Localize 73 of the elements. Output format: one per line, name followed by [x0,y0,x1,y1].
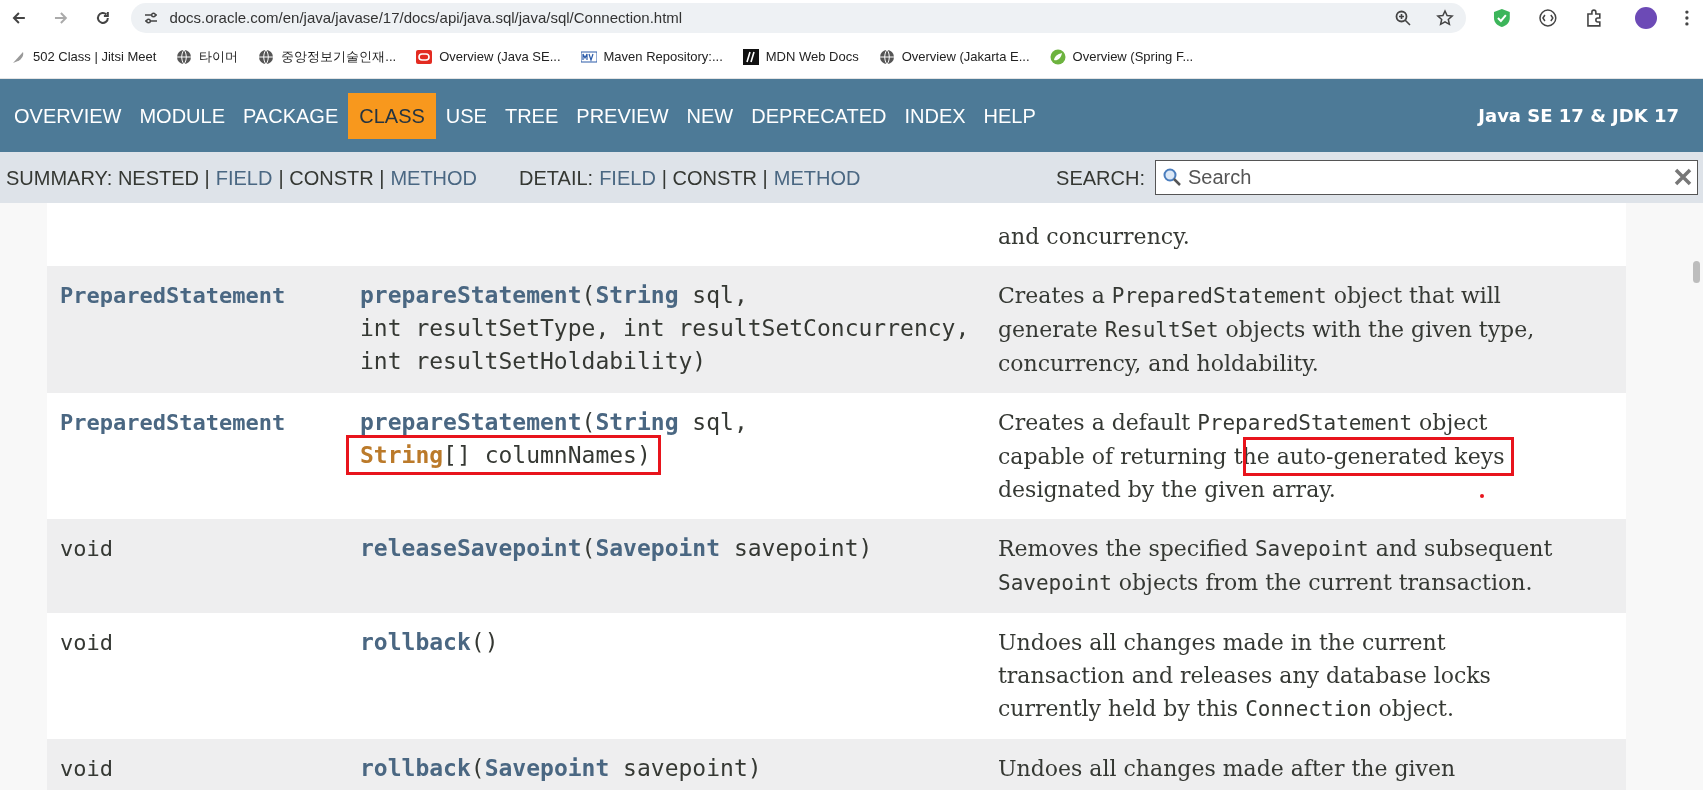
signature-line: rollback(Savepoint savepoint) [360,754,762,783]
description-line: Creates a default PreparedStatement object [998,409,1488,437]
subnav-text: | CONSTR | [278,165,385,191]
return-type: PreparedStatement [60,409,286,437]
shield-icon[interactable] [1492,8,1512,28]
bookmark-link[interactable]: 502 Class | Jitsi Meet [10,47,157,67]
nav-tab[interactable]: INDEX [896,92,974,139]
description-line: generate ResultSet objects with the given type, [998,316,1535,344]
site-info-icon[interactable] [143,10,160,26]
bookmark-link[interactable]: 타이머 [176,47,239,67]
docs-title: Java SE 17 & JDK 17 [1478,104,1679,128]
bookmark-favicon-icon [258,49,275,65]
scrollbar-thumb[interactable] [1693,261,1700,283]
description-line: concurrency, and holdability. [998,350,1319,378]
nav-tab[interactable]: NEW [678,92,742,139]
signature-line: releaseSavepoint(Savepoint savepoint) [360,534,873,563]
bookmark-link[interactable]: Overview (Jakarta E... [878,47,1030,67]
nav-tab[interactable]: DEPRECATED [743,92,895,139]
return-type: PreparedStatement [60,282,286,310]
bookmark-favicon-icon [416,49,433,65]
nav-tab[interactable]: PREVIEW [568,92,677,139]
section-link[interactable]: METHOD [390,162,478,193]
signature-line: int resultSetType, int resultSetConcurrency, [360,314,970,343]
nav-tab[interactable]: USE [437,92,495,139]
description-line: designated by the given array. [998,476,1336,504]
subnav-text: | CONSTR | [661,165,768,191]
search-icon [1162,167,1182,187]
extension-icon[interactable] [1537,8,1558,28]
description-line: Savepoint objects from the current transaction. [998,569,1533,597]
signature-line: String[] columnNames) [360,439,651,472]
nav-tab[interactable]: TREE [496,92,567,139]
search-field[interactable]: Search [1155,160,1698,195]
return-type: void [60,755,113,783]
bookmark-favicon-icon [878,49,895,65]
clear-icon[interactable] [1673,167,1693,187]
signature-line: rollback() [360,628,499,657]
search-label: SEARCH: [1056,165,1145,191]
nav-tab[interactable]: OVERVIEW [6,92,130,139]
nav-tab[interactable]: MODULE [131,92,233,139]
signature-line: int resultSetHoldability) [360,347,707,376]
bookmark-link[interactable]: MDN Web Docs [742,47,859,67]
subnav-text: SUMMARY: NESTED | [6,165,210,191]
description-line: Undoes all changes made in the current [998,629,1446,657]
description-line: Creates a PreparedStatement object that will [998,282,1501,310]
bookmark-link[interactable]: Maven Repository:... [580,47,723,67]
return-type: void [60,535,113,563]
bookmark-link[interactable]: Overview (Spring F... [1049,47,1194,67]
bookmark-favicon-icon [1049,49,1066,65]
bookmark-favicon-icon [580,49,597,65]
zoom-icon[interactable] [1394,9,1413,27]
bookmark-link[interactable]: 중앙정보기술인재... [258,47,397,67]
nav-tab[interactable]: HELP [975,92,1044,139]
address-bar[interactable]: docs.oracle.com/en/java/javase/17/docs/api/java.sql/java/sql/Connection.html [131,3,1467,33]
description-line: and concurrency. [998,223,1190,251]
signature-line: prepareStatement(String sql, [360,408,748,437]
return-type: void [60,629,113,657]
section-link[interactable]: FIELD [599,162,656,193]
description-line: Undoes all changes made after the given [998,755,1456,783]
bookmark-link[interactable]: Overview (Java SE... [416,47,561,67]
nav-tab[interactable]: CLASS [348,92,436,139]
bookmark-favicon-icon [176,49,193,65]
profile-avatar[interactable] [1635,7,1658,29]
description-line: currently held by this Connection object. [998,695,1454,723]
section-link[interactable]: METHOD [773,162,861,193]
nav-tab[interactable]: PACKAGE [235,92,347,139]
signature-line: prepareStatement(String sql, [360,281,748,310]
description-line: transaction and releases any database locks [998,662,1491,690]
description-line: Removes the specified Savepoint and subsequent [998,535,1553,563]
section-link[interactable]: FIELD [215,162,273,193]
url-text: docs.oracle.com/en/java/javase/17/docs/api/java.sql/java/sql/Connection.html [169,7,683,28]
bookmark-favicon-icon [742,49,759,65]
bookmark-star-icon[interactable] [1436,9,1455,27]
subnav-text: DETAIL: [519,165,594,191]
